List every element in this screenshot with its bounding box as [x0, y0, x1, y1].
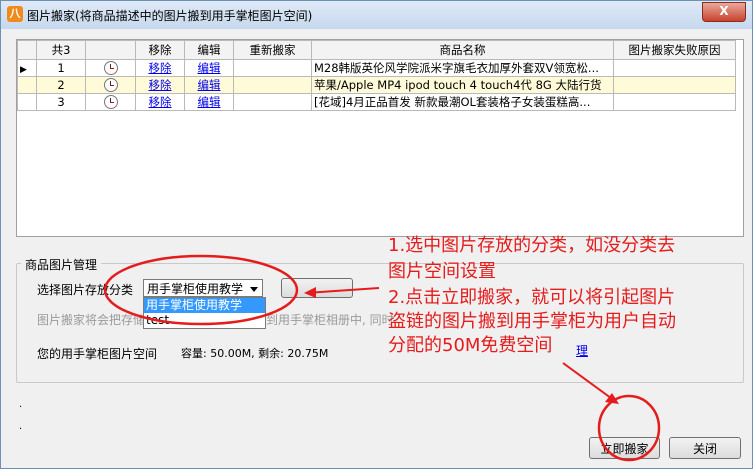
dialog-window: 八 图片搬家(将商品描述中的图片搬到用手掌柜图片空间) X 共3 移除 编辑 重…: [0, 0, 753, 469]
arrow-line-button: [562, 362, 616, 402]
annotation-line-3: 2.点击立即搬家，就可以将引起图片: [388, 287, 676, 308]
annotation-line-2: 图片空间设置: [388, 261, 496, 282]
arrow-head-select: [304, 287, 316, 298]
select-highlight-circle: [103, 254, 299, 326]
annotation-line-1: 1.选中图片存放的分类，如没分类去: [388, 235, 676, 256]
annotation-line-5: 分配的50M免费空间: [388, 335, 553, 356]
annotation-line-4: 盗链的图片搬到用手掌柜为用户自动: [388, 311, 676, 332]
arrow-line-select: [305, 287, 380, 294]
button-highlight-circle: [597, 394, 661, 462]
